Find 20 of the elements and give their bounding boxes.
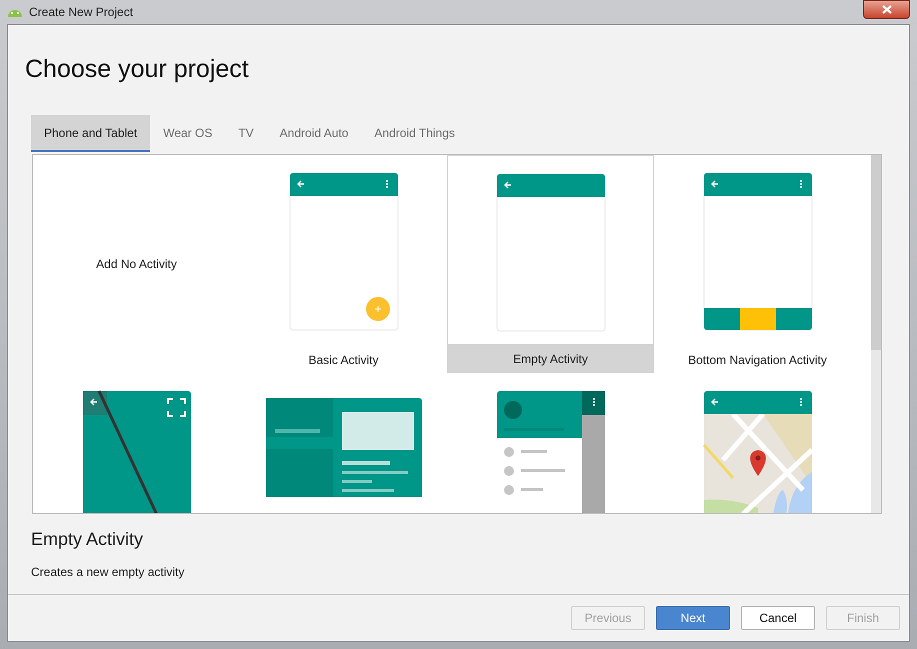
- template-label: Add No Activity: [96, 256, 177, 272]
- page-heading: Choose your project: [25, 54, 250, 85]
- close-button[interactable]: [863, 0, 910, 19]
- scrollbar[interactable]: [871, 154, 881, 512]
- template-label: Basic Activity: [307, 352, 380, 368]
- template-label: Bottom Navigation Activity: [687, 352, 828, 368]
- template-label: Empty Activity: [448, 344, 653, 372]
- tab[interactable]: TV: [225, 114, 267, 152]
- close-icon: [882, 5, 892, 14]
- dialog-button[interactable]: Cancel: [741, 606, 815, 630]
- tab[interactable]: Wear OS: [150, 114, 226, 152]
- template-description: Creates a new empty activity: [31, 564, 186, 580]
- window-title: Create New Project: [29, 4, 134, 21]
- dialog-button[interactable]: Next: [656, 606, 730, 630]
- tab[interactable]: Android Auto: [266, 114, 362, 152]
- tab[interactable]: Phone and Tablet: [31, 114, 150, 152]
- template-title: Empty Activity: [31, 528, 144, 551]
- tab[interactable]: Android Things: [361, 114, 468, 152]
- template-tile[interactable]: Empty Activity: [447, 154, 654, 372]
- android-icon: [7, 7, 23, 17]
